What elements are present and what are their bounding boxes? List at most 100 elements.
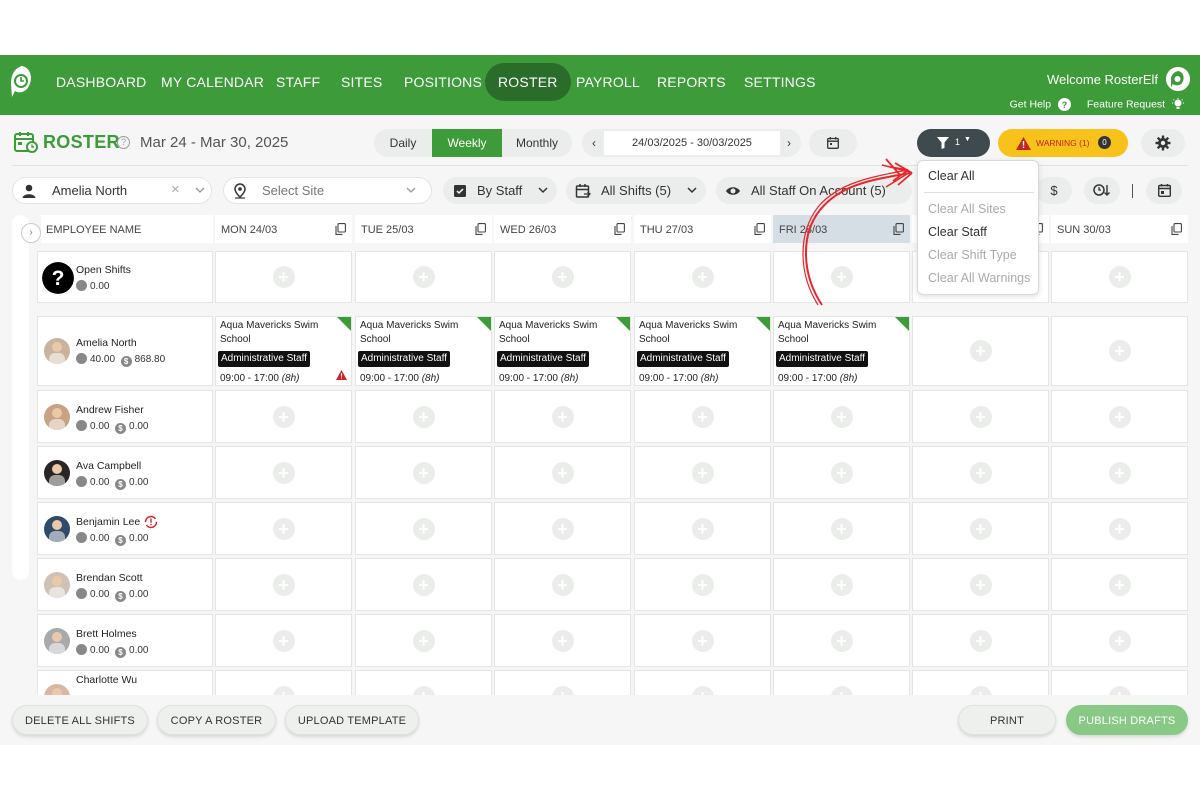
nav-settings[interactable]: SETTINGS (731, 63, 829, 101)
day-header[interactable]: FRI 28/03 (773, 215, 910, 243)
copy-icon[interactable] (614, 223, 625, 235)
employee-name[interactable]: Ava Campbell (76, 460, 141, 472)
add-shift-plus-icon[interactable]: + (691, 405, 714, 428)
nav-my-calendar[interactable]: MY CALENDAR (148, 63, 277, 101)
day-header[interactable]: THU 27/03 (634, 215, 771, 243)
empty-day-cell[interactable]: + (912, 390, 1049, 443)
day-header[interactable]: WED 26/03 (494, 215, 631, 243)
warning-button[interactable]: WARNING (1) 0 (998, 129, 1128, 157)
empty-day-cell[interactable]: + (912, 446, 1049, 499)
add-shift-plus-icon[interactable]: + (691, 517, 714, 540)
clear-shift-type-option[interactable]: Clear Shift Type (928, 248, 1017, 262)
add-shift-plus-icon[interactable]: + (830, 629, 853, 652)
empty-day-cell[interactable]: + (1051, 614, 1188, 667)
add-shift-plus-icon[interactable]: + (551, 517, 574, 540)
clear-all-option[interactable]: Clear All (928, 169, 975, 183)
add-shift-plus-icon[interactable]: + (691, 461, 714, 484)
add-shift-plus-icon[interactable]: + (272, 405, 295, 428)
add-shift-plus-icon[interactable]: + (1108, 266, 1131, 288)
clear-all-sites-option[interactable]: Clear All Sites (928, 202, 1006, 216)
calendar-picker-button[interactable] (809, 129, 857, 157)
next-week-button[interactable]: › (779, 129, 799, 157)
empty-day-cell[interactable]: + (215, 558, 352, 611)
empty-day-cell[interactable]: + (215, 446, 352, 499)
publish-drafts-button[interactable]: PUBLISH DRAFTS (1066, 705, 1188, 735)
avatar[interactable] (44, 460, 70, 486)
clear-all-warnings-option[interactable]: Clear All Warnings (928, 271, 1030, 285)
add-shift-plus-icon[interactable]: + (551, 629, 574, 652)
sidebar-scroll-track[interactable] (12, 215, 29, 580)
add-shift-plus-icon[interactable]: + (830, 517, 853, 540)
add-shift-plus-icon[interactable]: + (969, 340, 992, 362)
add-shift-plus-icon[interactable]: + (830, 405, 853, 428)
add-shift-plus-icon[interactable]: + (969, 573, 992, 596)
avatar[interactable] (44, 572, 70, 598)
user-avatar-icon[interactable] (1166, 67, 1190, 91)
add-shift-plus-icon[interactable]: + (969, 461, 992, 484)
avatar[interactable] (44, 338, 70, 364)
empty-day-cell[interactable]: + (215, 502, 352, 555)
employee-row-header[interactable]: Amelia North 40.00 $868.80 (37, 316, 213, 386)
day-header[interactable]: MON 24/03 (215, 215, 352, 243)
empty-day-cell[interactable]: + (355, 251, 492, 303)
copy-icon[interactable] (893, 223, 904, 235)
upload-template-button[interactable]: UPLOAD TEMPLATE (285, 705, 419, 735)
calendar-view-button[interactable] (1146, 177, 1182, 204)
avatar[interactable] (44, 516, 70, 542)
add-shift-plus-icon[interactable]: + (272, 573, 295, 596)
employee-row-header[interactable]: Brett Holmes 0.00 $0.00 (37, 614, 213, 667)
empty-day-cell[interactable]: + (355, 446, 492, 499)
empty-day-cell[interactable]: + (215, 614, 352, 667)
employee-row-header[interactable]: Andrew Fisher 0.00 $0.00 (37, 390, 213, 443)
nav-dashboard[interactable]: DASHBOARD (43, 63, 159, 101)
nav-positions[interactable]: POSITIONS (391, 63, 495, 101)
empty-day-cell[interactable]: + (773, 251, 910, 303)
empty-day-cell[interactable]: + (634, 251, 771, 303)
shift-card[interactable]: Aqua Mavericks Swim School Administrative… (215, 316, 352, 386)
copy-icon[interactable] (475, 223, 486, 235)
view-weekly[interactable]: Weekly (432, 129, 502, 157)
empty-day-cell[interactable]: + (355, 390, 492, 443)
empty-day-cell[interactable]: + (912, 614, 1049, 667)
employee-name[interactable]: Andrew Fisher (76, 404, 144, 416)
nav-staff[interactable]: STAFF (263, 63, 333, 101)
empty-day-cell[interactable]: + (773, 446, 910, 499)
site-select[interactable]: Select Site (223, 177, 432, 204)
empty-day-cell[interactable]: + (494, 558, 631, 611)
open-shifts-row-header[interactable]: ? Open Shifts 0.00 (37, 251, 213, 303)
add-shift-plus-icon[interactable]: + (272, 461, 295, 484)
staff-select[interactable]: Amelia North × (12, 177, 212, 204)
empty-day-cell[interactable]: + (355, 558, 492, 611)
employee-name[interactable]: Charlotte Wu (76, 674, 137, 686)
copy-roster-button[interactable]: COPY A ROSTER (157, 705, 276, 735)
settings-button[interactable] (1141, 129, 1185, 157)
add-shift-plus-icon[interactable]: + (1108, 629, 1131, 652)
empty-day-cell[interactable]: + (634, 446, 771, 499)
empty-day-cell[interactable]: + (494, 446, 631, 499)
visibility-select[interactable]: All Staff On Account (5) (716, 177, 912, 204)
add-shift-plus-icon[interactable]: + (830, 573, 853, 596)
print-button[interactable]: PRINT (958, 705, 1056, 735)
prev-week-button[interactable]: ‹ (584, 129, 604, 157)
add-shift-plus-icon[interactable]: + (412, 629, 435, 652)
empty-day-cell[interactable]: + (912, 558, 1049, 611)
add-shift-plus-icon[interactable]: + (412, 461, 435, 484)
empty-day-cell[interactable]: + (494, 390, 631, 443)
empty-day-cell[interactable]: + (912, 502, 1049, 555)
add-shift-plus-icon[interactable]: + (551, 405, 574, 428)
delete-all-shifts-button[interactable]: DELETE ALL SHIFTS (12, 705, 148, 735)
add-shift-plus-icon[interactable]: + (1108, 517, 1131, 540)
copy-icon[interactable] (335, 223, 346, 235)
add-shift-plus-icon[interactable]: + (1108, 461, 1131, 484)
add-shift-plus-icon[interactable]: + (1108, 405, 1131, 428)
add-shift-plus-icon[interactable]: + (551, 461, 574, 484)
empty-day-cell[interactable]: + (912, 316, 1049, 386)
add-shift-plus-icon[interactable]: + (551, 266, 574, 288)
view-daily[interactable]: Daily (374, 129, 432, 157)
group-by-select[interactable]: By Staff (443, 177, 557, 204)
employee-name[interactable]: Brett Holmes (76, 628, 137, 640)
add-shift-plus-icon[interactable]: + (272, 517, 295, 540)
employee-name[interactable]: Benjamin Lee (76, 516, 140, 528)
sort-hours-button[interactable] (1084, 177, 1120, 204)
get-help-link[interactable]: Get Help ? (1010, 98, 1071, 111)
